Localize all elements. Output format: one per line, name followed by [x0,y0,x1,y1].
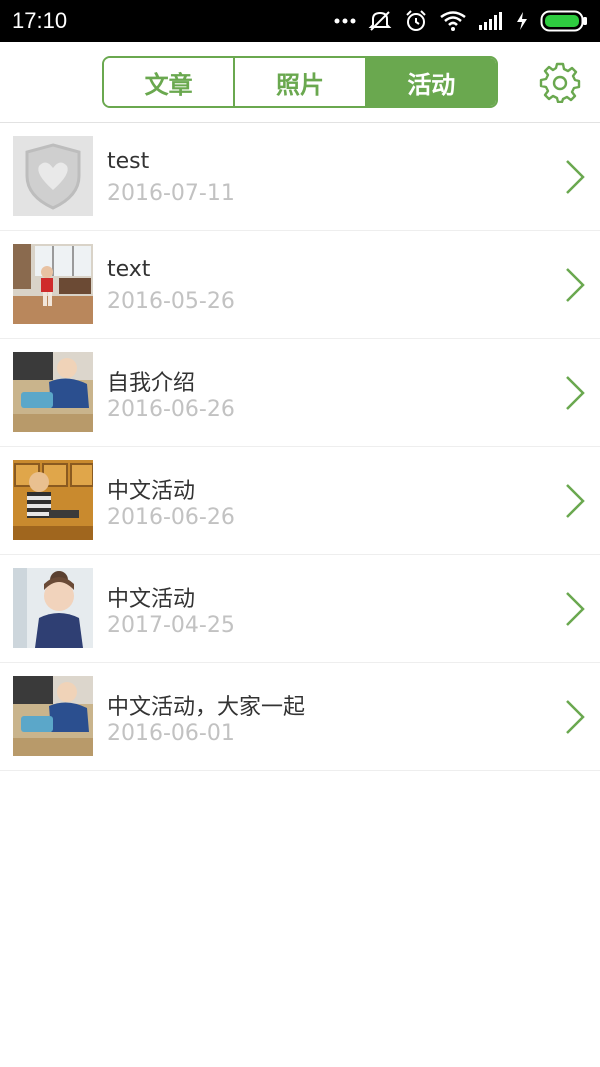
item-date: 2017-04-25 [107,613,235,638]
item-date: 2016-06-01 [107,721,235,746]
thumbnail-photo [13,568,93,648]
chevron-right-icon [566,376,585,410]
thumbnail-photo [13,460,93,540]
activity-list: test 2016-07-11 text 2016-05-26 自我介绍 201… [0,123,600,771]
tab-activities[interactable]: 活动 [364,58,496,106]
more-dots-icon [334,17,356,25]
item-title: text [107,257,151,282]
gear-icon [539,61,581,107]
status-time: 17:10 [12,8,68,33]
status-icons [334,9,588,33]
list-item[interactable]: 自我介绍 2016-06-26 [0,339,600,447]
chevron-right-icon [566,592,585,626]
settings-button[interactable] [538,62,582,106]
status-bar: 17:10 [0,0,600,42]
thumbnail-photo [13,244,93,324]
list-item[interactable]: text 2016-05-26 [0,231,600,339]
tab-photos[interactable]: 照片 [233,58,365,106]
list-item[interactable]: test 2016-07-11 [0,123,600,231]
list-item[interactable]: 中文活动 2017-04-25 [0,555,600,663]
chevron-right-icon [566,268,585,302]
thumbnail-placeholder [13,136,93,216]
chevron-right-icon [566,484,585,518]
item-title: 中文活动 [107,479,196,504]
item-title: 中文活动 [107,587,196,612]
item-date: 2016-07-11 [107,181,235,206]
mute-icon [368,9,392,33]
list-item[interactable]: 中文活动，大家一起 2016-06-01 [0,663,600,771]
tab-articles[interactable]: 文章 [104,58,234,106]
item-title: test [107,149,150,174]
segmented-tabs: 文章 照片 活动 [102,56,498,108]
item-date: 2016-05-26 [107,289,235,314]
app-bar: 文章 照片 活动 [0,42,600,123]
item-title: 自我介绍 [107,371,196,396]
wifi-icon [440,11,466,31]
item-title: 中文活动，大家一起 [107,695,306,720]
alarm-icon [404,9,428,33]
battery-icon [540,10,588,32]
item-date: 2016-06-26 [107,505,235,530]
chevron-right-icon [566,160,585,194]
thumbnail-photo [13,676,93,756]
shield-heart-icon [13,136,93,216]
signal-icon [478,11,504,31]
charging-icon [516,11,528,31]
item-date: 2016-06-26 [107,397,235,422]
chevron-right-icon [566,700,585,734]
thumbnail-photo [13,352,93,432]
list-item[interactable]: 中文活动 2016-06-26 [0,447,600,555]
